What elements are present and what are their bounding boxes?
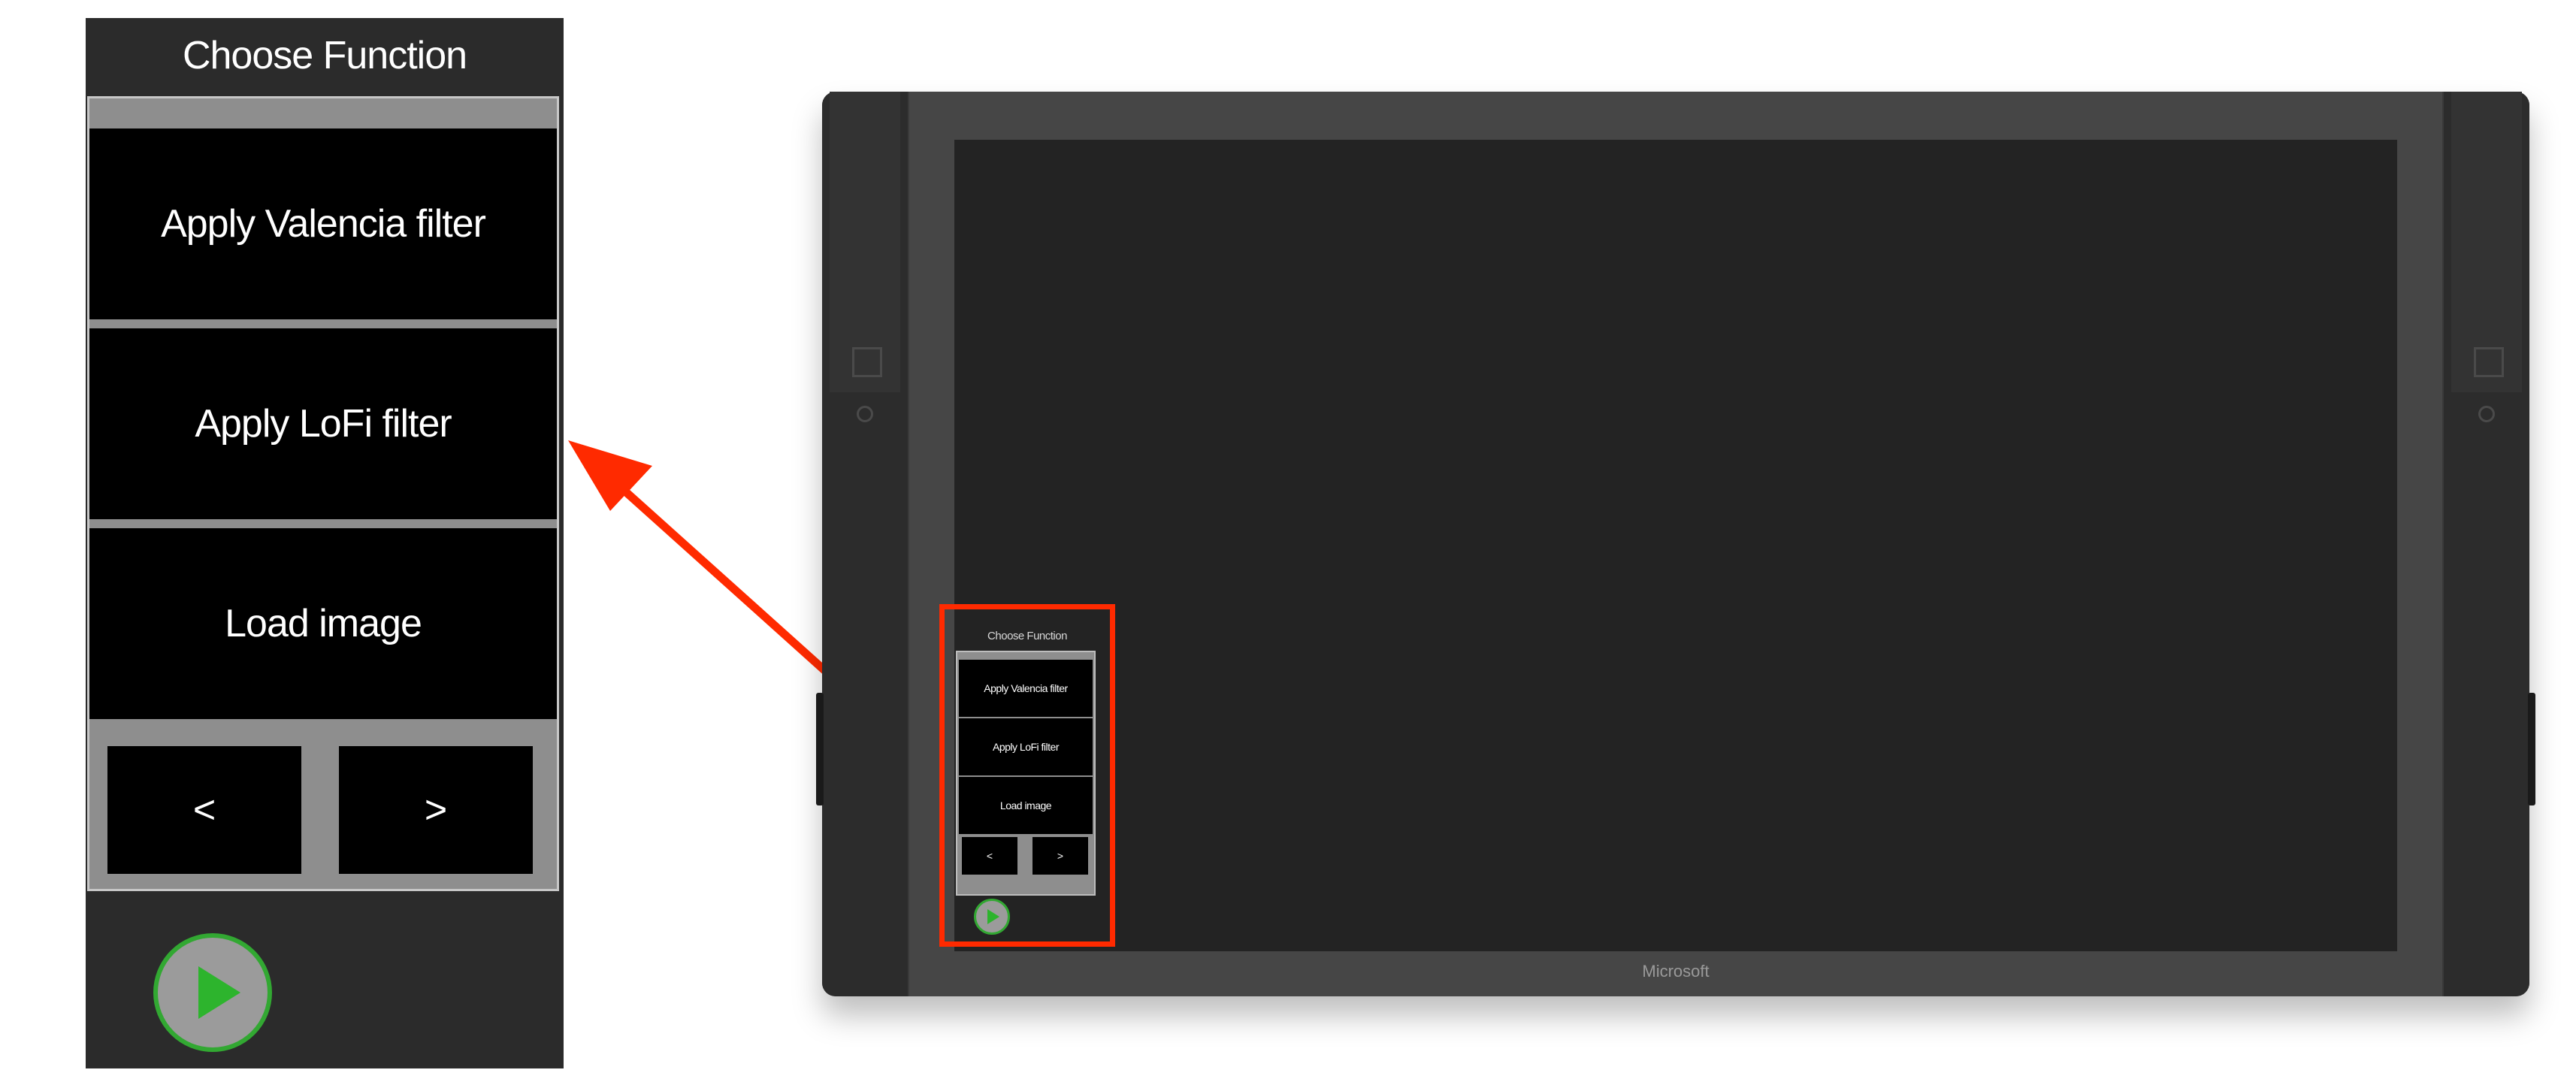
menu-scroll-strip — [89, 98, 557, 124]
brand-label: Microsoft — [1642, 962, 1710, 981]
zoomed-function-panel: Choose Function Apply Valencia filter Ap… — [86, 18, 564, 1068]
function-menu: Apply Valencia filter Apply LoFi filter … — [87, 96, 559, 891]
apply-lofi-filter-button[interactable]: Apply LoFi filter — [89, 328, 557, 519]
right-side-rail — [2444, 92, 2529, 996]
highlight-box — [939, 604, 1115, 947]
right-square-sensor — [2474, 347, 2504, 377]
left-round-sensor — [857, 406, 873, 422]
play-button[interactable] — [153, 933, 272, 1052]
left-square-sensor — [852, 347, 882, 377]
left-side-rail — [822, 92, 908, 996]
apply-valencia-filter-button[interactable]: Apply Valencia filter — [89, 128, 557, 319]
left-pen-holder — [816, 693, 824, 805]
previous-page-button[interactable]: < — [107, 746, 301, 874]
play-icon — [198, 966, 240, 1019]
right-round-sensor — [2478, 406, 2495, 422]
device-screen — [954, 140, 2397, 951]
next-page-button[interactable]: > — [339, 746, 533, 874]
right-pen-holder — [2528, 693, 2535, 805]
load-image-button[interactable]: Load image — [89, 528, 557, 719]
panel-title: Choose Function — [182, 34, 467, 77]
